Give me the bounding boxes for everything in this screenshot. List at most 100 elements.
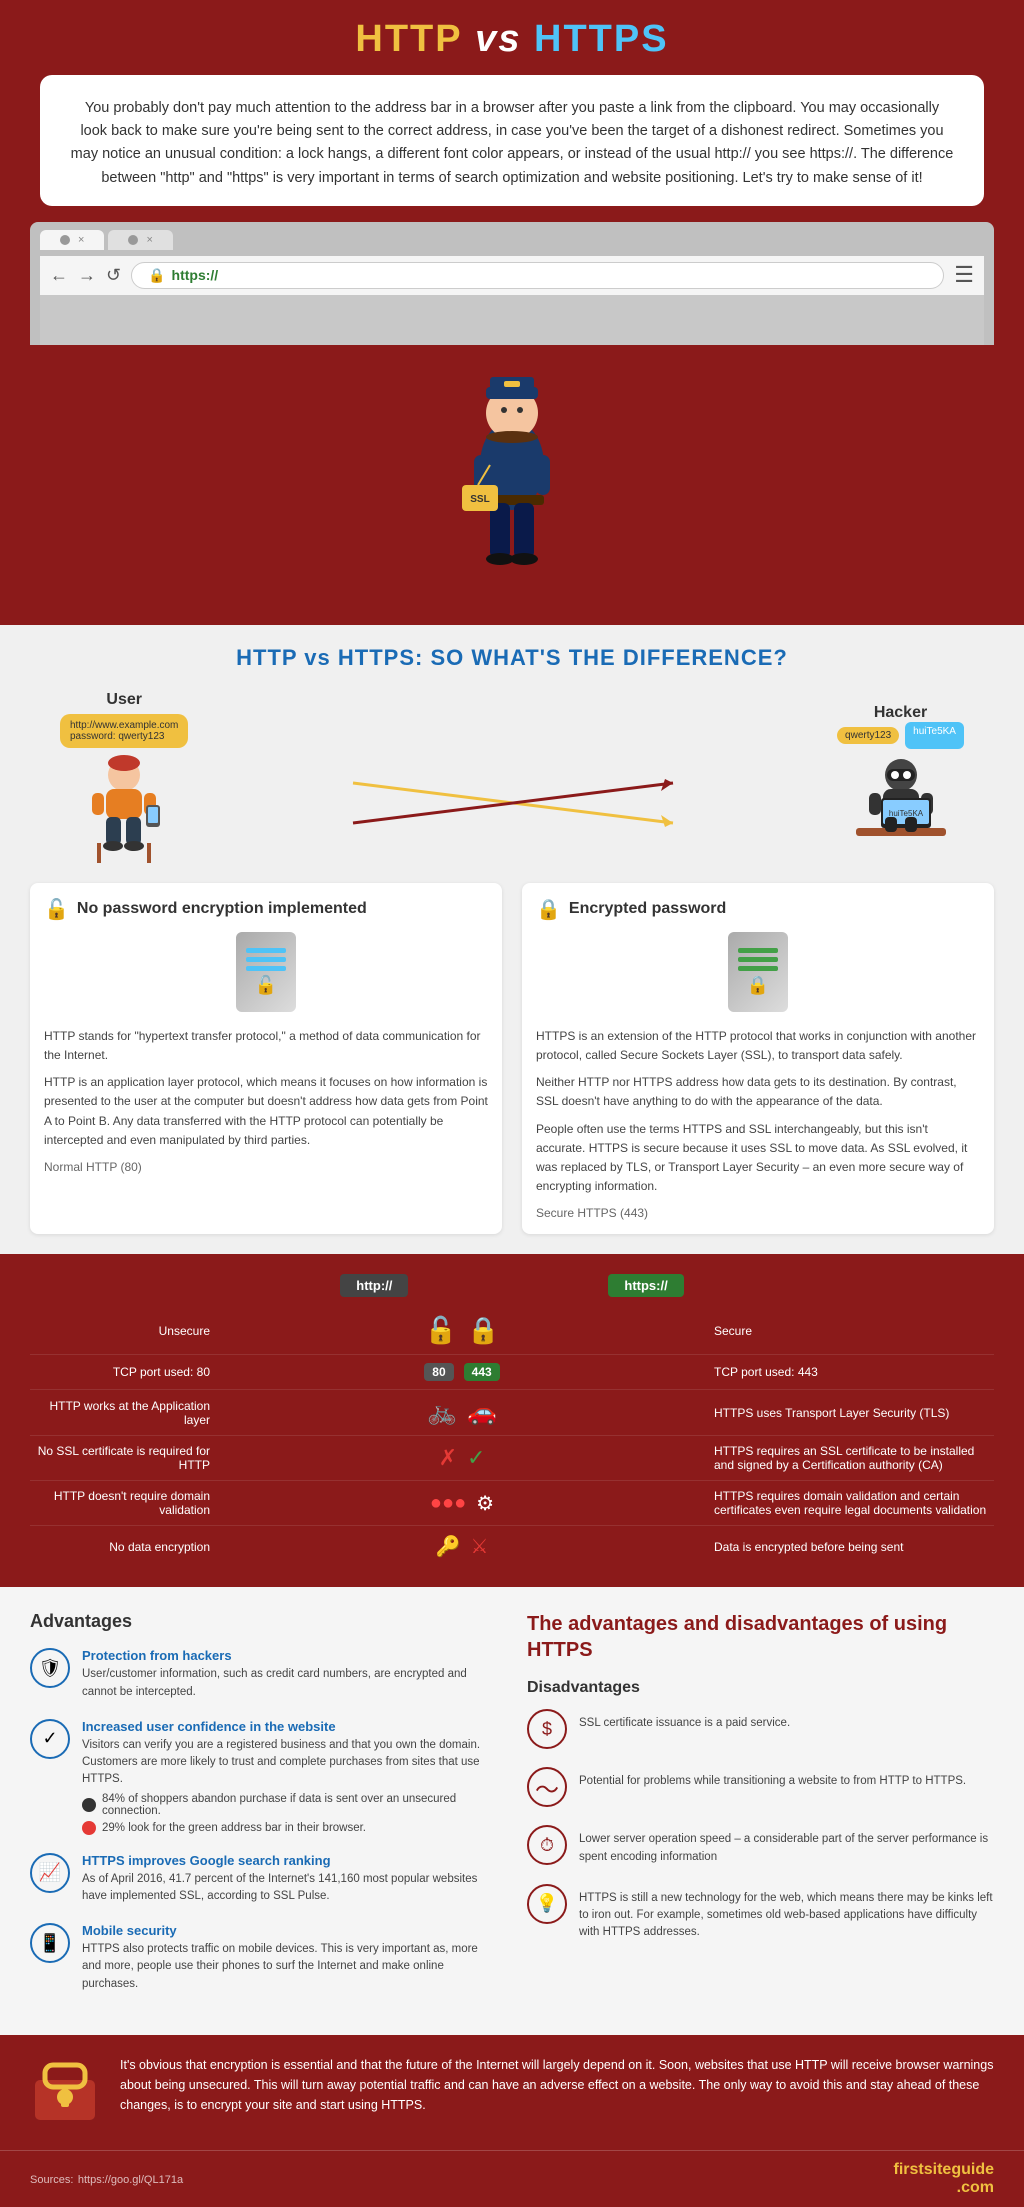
user-label: User — [106, 691, 142, 709]
address-bar[interactable]: 🔒 https:// — [131, 262, 944, 289]
stat-1: 84% of shoppers abandon purchase if data… — [82, 1793, 497, 1817]
disadv-icon-1: $ — [527, 1709, 567, 1749]
https-server: 🔒 — [728, 932, 788, 1012]
source-info: Sources: https://goo.gl/QL171a — [30, 2170, 183, 2188]
compare-row-3: HTTP works at the Application layer 🚲 🚗 … — [30, 1390, 994, 1436]
adv-title-3: HTTPS improves Google search ranking — [82, 1853, 497, 1868]
row1-left-icon: 🔓 — [425, 1315, 457, 1346]
stat-text-2: 29% look for the green address bar in th… — [102, 1822, 366, 1834]
mobile-icon: 📱 — [39, 1933, 61, 1954]
lock-icon: 🔒 — [148, 267, 165, 284]
row4-left-label: No SSL certificate is required for HTTP — [30, 1444, 210, 1472]
comparison-cards: 🔓 No password encryption implemented 🔓 H… — [30, 883, 994, 1255]
brand-site: site — [924, 2161, 952, 2178]
adv-content-2: Increased user confidence in the website… — [82, 1719, 497, 1835]
adv-icon-3: 📈 — [30, 1853, 70, 1893]
adv-content-3: HTTPS improves Google search ranking As … — [82, 1853, 497, 1906]
bulb-icon: 💡 — [536, 1893, 558, 1914]
browser-tabs: × × — [40, 230, 984, 250]
title-https: HTTPS — [534, 18, 669, 60]
stat-dot-2 — [82, 1821, 96, 1835]
row5-left-label: HTTP doesn't require domain validation — [30, 1489, 210, 1517]
row5-left-icon: ●●● — [430, 1492, 466, 1515]
adv-item-3: 📈 HTTPS improves Google search ranking A… — [30, 1853, 497, 1906]
back-button[interactable]: ← — [50, 265, 68, 286]
row6-right-icon: ⚔ — [470, 1534, 488, 1559]
page-header: HTTP vs HTTPS — [0, 0, 1024, 75]
advantages-title: Advantages — [30, 1611, 497, 1632]
row1-right-label: Secure — [714, 1324, 994, 1338]
check-icon: ✓ — [42, 1728, 57, 1749]
adv-icon-4: 📱 — [30, 1923, 70, 1963]
stat-dot-1 — [82, 1798, 96, 1812]
http-card: 🔓 No password encryption implemented 🔓 H… — [30, 883, 502, 1235]
http-server-graphic: 🔓 — [44, 932, 488, 1017]
browser-tab-1[interactable]: × — [40, 230, 104, 250]
adv-text-1: User/customer information, such as credi… — [82, 1666, 497, 1701]
row5-right-label: HTTPS requires domain validation and cer… — [714, 1489, 994, 1517]
http-server: 🔓 — [236, 932, 296, 1012]
hacker-bubble-1: qwerty123 — [837, 727, 899, 744]
forward-button[interactable]: → — [78, 265, 96, 286]
conclusion-text: It's obvious that encryption is essentia… — [120, 2055, 994, 2115]
adv-text-2: Visitors can verify you are a registered… — [82, 1737, 497, 1789]
adv-title-4: Mobile security — [82, 1923, 497, 1938]
row4-center: ✗ ✓ — [362, 1445, 562, 1471]
brand-guide: guide — [951, 2161, 994, 2178]
adv-icon-2: ✓ — [30, 1719, 70, 1759]
http-lock-icon: 🔓 — [44, 897, 69, 922]
row3-left-icon: 🚲 — [427, 1398, 457, 1427]
hacker-bubble-2: huiTe5KA — [905, 722, 964, 749]
http-lock: 🔓 — [255, 975, 277, 996]
https-text-3: People often use the terms HTTPS and SSL… — [536, 1120, 980, 1197]
disadv-item-1: $ SSL certificate issuance is a paid ser… — [527, 1709, 994, 1749]
compare-row-5: HTTP doesn't require domain validation ●… — [30, 1481, 994, 1526]
row1-right-icon: 🔒 — [467, 1315, 499, 1346]
http-footer: Normal HTTP (80) — [44, 1160, 488, 1174]
shield-icon: 🛡 — [39, 1658, 62, 1679]
https-card-title: 🔒 Encrypted password — [536, 897, 980, 922]
arrows-svg — [343, 763, 683, 843]
row2-left-label: TCP port used: 80 — [30, 1365, 210, 1379]
http-card-title: 🔓 No password encryption implemented — [44, 897, 488, 922]
source-url: https://goo.gl/QL171a — [78, 2174, 183, 2186]
adv-item-1: 🛡 Protection from hackers User/customer … — [30, 1648, 497, 1701]
adv-title-2: Increased user confidence in the website — [82, 1719, 497, 1734]
menu-icon[interactable]: ☰ — [954, 262, 974, 288]
row2-center: 80 443 — [362, 1363, 562, 1381]
conclusion-icon-area — [30, 2055, 100, 2130]
user-speech-bubble: http://www.example.compassword: qwerty12… — [60, 714, 188, 748]
browser-tab-2[interactable]: × — [108, 230, 172, 250]
conclusion-icon — [30, 2055, 100, 2125]
http-protocol-label: http:// — [340, 1274, 408, 1297]
ranking-icon: 📈 — [39, 1862, 61, 1883]
row3-center: 🚲 🚗 — [362, 1398, 562, 1427]
row6-right-label: Data is encrypted before being sent — [714, 1540, 994, 1554]
user-svg — [84, 753, 164, 863]
clock-icon: ⏱ — [540, 1835, 554, 1856]
row4-right-label: HTTPS requires an SSL certificate to be … — [714, 1444, 994, 1472]
hacker-bubbles: qwerty123 huiTe5KA — [837, 722, 964, 749]
row1-left-label: Unsecure — [30, 1324, 210, 1338]
title-vs: vs — [463, 18, 534, 60]
brand: firstsiteguide.com — [894, 2161, 994, 2197]
compare-row-4: No SSL certificate is required for HTTP … — [30, 1436, 994, 1481]
http-text-1: HTTP stands for "hypertext transfer prot… — [44, 1027, 488, 1065]
browser-inner — [40, 295, 984, 345]
row5-right-icon: ⚙ — [476, 1491, 494, 1516]
refresh-button[interactable]: ↺ — [106, 265, 121, 286]
user-figure-area: User http://www.example.compassword: qwe… — [60, 691, 188, 863]
stat-text-1: 84% of shoppers abandon purchase if data… — [102, 1793, 497, 1817]
https-text-1: HTTPS is an extension of the HTTP protoc… — [536, 1027, 980, 1065]
disadv-text-2: Potential for problems while transitioni… — [579, 1767, 966, 1790]
row6-center: 🔑 ⚔ — [362, 1534, 562, 1559]
brand-com: .com — [957, 2179, 994, 2196]
browser-controls: ← → ↺ 🔒 https:// ☰ — [40, 256, 984, 295]
adv-right-title: The advantages and disadvantages of usin… — [527, 1611, 994, 1663]
https-lock: 🔒 — [747, 975, 769, 996]
browser-mockup: × × ← → ↺ 🔒 https:// ☰ — [30, 222, 994, 345]
server-slot-g3 — [738, 966, 778, 971]
https-lock-icon: 🔒 — [536, 897, 561, 922]
https-text-2: Neither HTTP nor HTTPS address how data … — [536, 1073, 980, 1111]
hacker-figure-area: Hacker qwerty123 huiTe5KA — [837, 704, 964, 863]
